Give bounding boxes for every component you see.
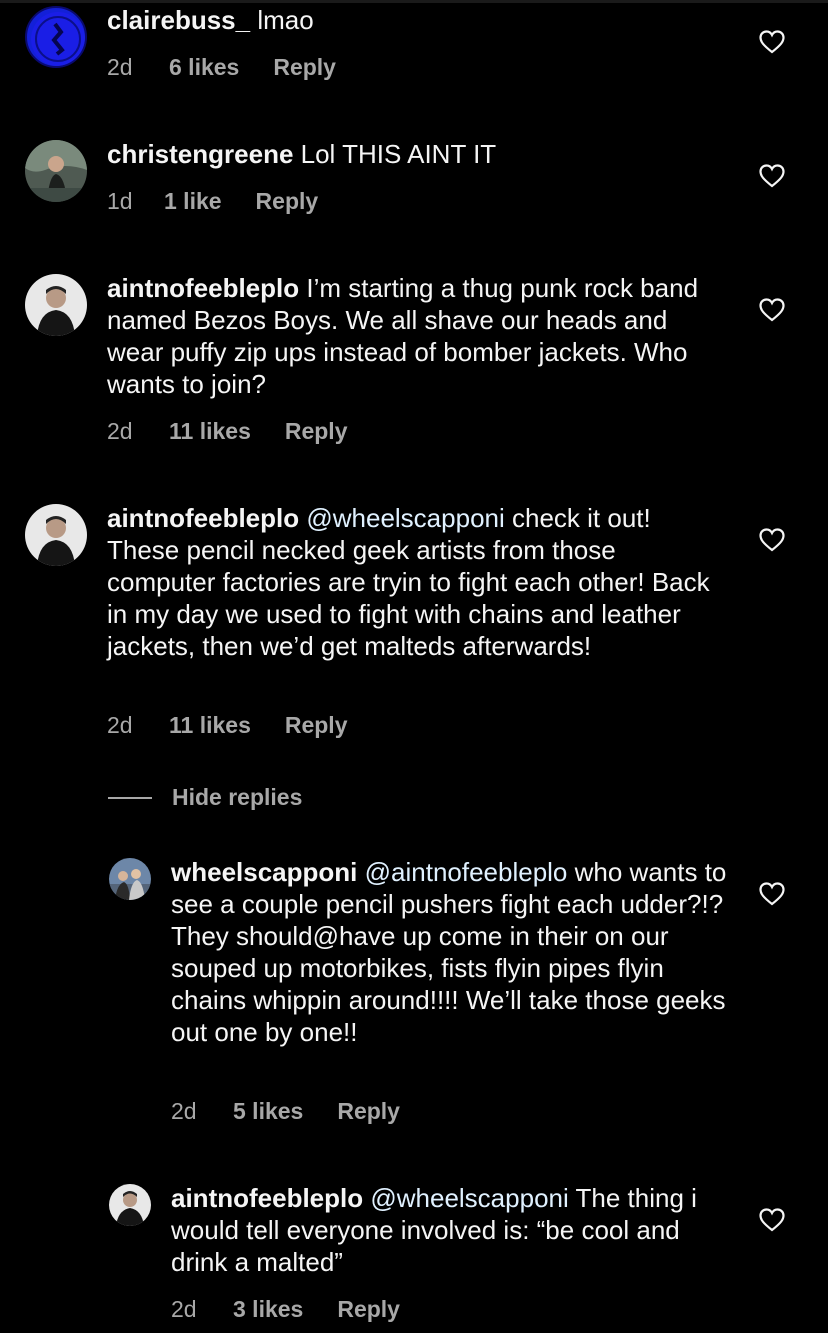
avatar[interactable] <box>25 140 87 202</box>
comment-meta: 2d 6 likes Reply <box>107 54 336 81</box>
comment-text: lmao <box>257 5 314 35</box>
heart-outline-icon[interactable] <box>759 30 785 54</box>
hide-replies-toggle[interactable]: Hide replies <box>108 784 302 811</box>
comment-username[interactable]: clairebuss_ <box>107 5 250 35</box>
comment-username[interactable]: aintnofeebleplo <box>171 1183 363 1213</box>
mention-link[interactable]: @aintnofeebleplo <box>365 857 568 887</box>
comment-time: 2d <box>107 418 133 444</box>
comment-text: Lol THIS AINT IT <box>300 139 497 169</box>
comment-likes[interactable]: 11 likes <box>169 418 251 445</box>
hide-replies-line <box>108 796 152 799</box>
comment-likes[interactable]: 1 like <box>164 188 222 215</box>
comment-username[interactable]: aintnofeebleplo <box>107 503 299 533</box>
comment-time: 2d <box>107 54 133 80</box>
reply-button[interactable]: Reply <box>337 1098 400 1125</box>
comment-body: clairebuss_ lmao <box>107 4 727 36</box>
mention-link[interactable]: @wheelscapponi <box>306 503 504 533</box>
comment-body: aintnofeebleplo I’m starting a thug punk… <box>107 272 727 400</box>
comment-body: wheelscapponi @aintnofeebleplo who wants… <box>171 856 731 1048</box>
comment-time: 1d <box>107 188 133 214</box>
reply-button[interactable]: Reply <box>285 418 348 445</box>
comment-body: aintnofeebleplo @wheelscapponi The thing… <box>171 1182 731 1278</box>
comment-likes[interactable]: 6 likes <box>169 54 239 81</box>
comment-username[interactable]: aintnofeebleplo <box>107 273 299 303</box>
comment-likes[interactable]: 5 likes <box>233 1098 303 1125</box>
comment-meta: 1d 1 like Reply <box>107 188 318 215</box>
comment-time: 2d <box>171 1296 197 1322</box>
comment-body: christengreene Lol THIS AINT IT <box>107 138 727 170</box>
mention-link[interactable]: @wheelscapponi <box>370 1183 568 1213</box>
heart-outline-icon[interactable] <box>759 298 785 322</box>
comment-time: 2d <box>171 1098 197 1124</box>
hide-replies-label[interactable]: Hide replies <box>172 784 302 811</box>
reply-button[interactable]: Reply <box>256 188 319 215</box>
heart-outline-icon[interactable] <box>759 164 785 188</box>
comment-meta: 2d 11 likes Reply <box>107 712 348 739</box>
comment-username[interactable]: christengreene <box>107 139 293 169</box>
heart-outline-icon[interactable] <box>759 1208 785 1232</box>
avatar[interactable] <box>109 858 151 900</box>
heart-outline-icon[interactable] <box>759 882 785 906</box>
avatar[interactable] <box>109 1184 151 1226</box>
comment-likes[interactable]: 11 likes <box>169 712 251 739</box>
avatar[interactable] <box>25 504 87 566</box>
avatar[interactable] <box>25 6 87 68</box>
heart-outline-icon[interactable] <box>759 528 785 552</box>
comment-meta: 2d 3 likes Reply <box>171 1296 400 1323</box>
comment-body: aintnofeebleplo @wheelscapponi check it … <box>107 502 727 662</box>
avatar[interactable] <box>25 274 87 336</box>
comment-time: 2d <box>107 712 133 738</box>
comment-meta: 2d 5 likes Reply <box>171 1098 400 1125</box>
comment-likes[interactable]: 3 likes <box>233 1296 303 1323</box>
reply-button[interactable]: Reply <box>273 54 336 81</box>
comment-username[interactable]: wheelscapponi <box>171 857 357 887</box>
comment-meta: 2d 11 likes Reply <box>107 418 348 445</box>
reply-button[interactable]: Reply <box>285 712 348 739</box>
top-divider <box>0 0 828 3</box>
reply-button[interactable]: Reply <box>337 1296 400 1323</box>
